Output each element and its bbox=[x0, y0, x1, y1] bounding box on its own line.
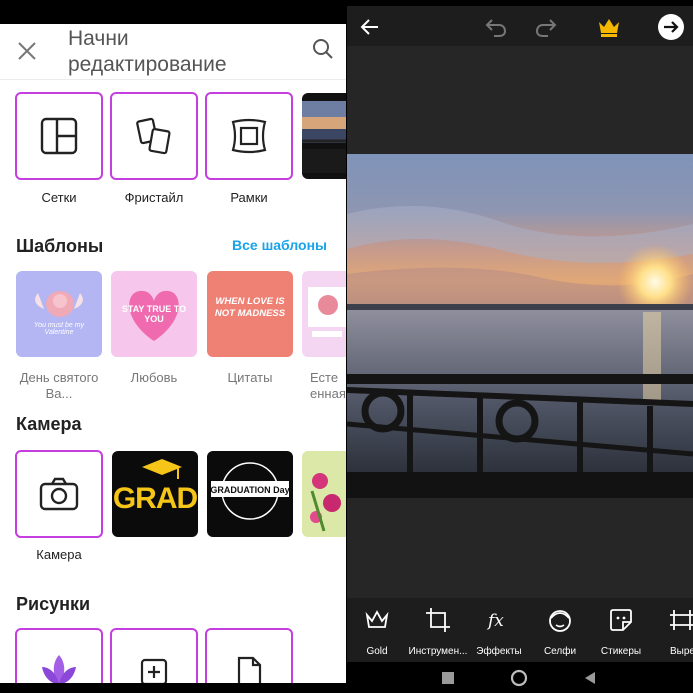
home-button[interactable] bbox=[510, 669, 528, 687]
camera-art-text: GRADUATION Day bbox=[210, 485, 290, 495]
template-label: Есте енная bbox=[310, 370, 346, 401]
freestyle-icon bbox=[136, 117, 171, 155]
sticker-icon bbox=[610, 609, 632, 631]
tile-label: Сетки bbox=[41, 190, 77, 205]
tool-label: Gold bbox=[366, 646, 388, 657]
circle-icon bbox=[510, 669, 528, 687]
crown-outline-icon bbox=[365, 610, 389, 628]
camera-art-text: GRAD bbox=[112, 482, 198, 515]
close-button[interactable] bbox=[14, 38, 40, 64]
next-button[interactable] bbox=[656, 12, 686, 42]
camera-heading: Камера bbox=[16, 414, 82, 434]
tool-label: Селфи bbox=[543, 646, 577, 657]
status-bar bbox=[0, 0, 346, 24]
arrow-right-circle-icon bbox=[658, 14, 684, 40]
tool-stickers[interactable]: Стикеры bbox=[591, 604, 651, 660]
tool-label: Стикеры bbox=[600, 646, 642, 657]
template-label: День святого Ва... bbox=[19, 370, 99, 401]
templates-heading: Шаблоны bbox=[16, 236, 104, 256]
premium-button[interactable] bbox=[594, 12, 624, 42]
tool-effects[interactable]: fx Эффекты bbox=[469, 604, 529, 660]
svg-text:fx: fx bbox=[486, 611, 504, 631]
drawings-heading: Рисунки bbox=[16, 594, 91, 614]
editor-toolbar bbox=[347, 6, 693, 46]
template-label: Цитаты bbox=[227, 370, 273, 385]
template-art-text: You must be my Valentine bbox=[33, 322, 85, 336]
close-icon bbox=[18, 42, 36, 60]
grid-tile[interactable] bbox=[15, 92, 103, 180]
template-label: Любовь bbox=[130, 370, 178, 385]
system-nav-bar bbox=[347, 662, 693, 693]
freestyle-tile[interactable] bbox=[110, 92, 198, 180]
back-nav-button[interactable] bbox=[581, 669, 599, 687]
grid-icon bbox=[40, 117, 78, 155]
tool-label: Инструмен... bbox=[408, 646, 468, 657]
page-title: Начни редактирование bbox=[68, 27, 227, 76]
bottom-bar bbox=[0, 683, 346, 693]
template-art-text: WHEN LOVE IS NOT MADNESS bbox=[214, 296, 286, 319]
split-screen: Начни редактирование Сетки Фристайл Рамк… bbox=[0, 0, 693, 693]
editor-tools-bar: Gold Инструмен... fx Эффекты Селфи Стике… bbox=[347, 598, 693, 662]
tool-label: Эффекты bbox=[476, 646, 522, 657]
tool-gold[interactable]: Gold bbox=[347, 604, 407, 660]
crop-icon bbox=[426, 608, 450, 632]
camera-icon bbox=[39, 477, 79, 511]
undo-icon bbox=[485, 19, 507, 37]
template-card[interactable] bbox=[302, 271, 346, 357]
tile-label: Рамки bbox=[230, 190, 268, 205]
search-icon bbox=[313, 39, 333, 59]
square-icon bbox=[442, 672, 454, 684]
home-pane: Начни редактирование Сетки Фристайл Рамк… bbox=[0, 0, 346, 693]
fx-icon: fx bbox=[486, 611, 504, 631]
crown-icon bbox=[599, 19, 619, 37]
tool-selfie[interactable]: Селфи bbox=[530, 604, 590, 660]
template-card[interactable] bbox=[16, 271, 102, 357]
editor-canvas[interactable] bbox=[347, 46, 693, 598]
camera-filter-card[interactable] bbox=[302, 451, 346, 537]
home-header: Начни редактирование bbox=[0, 24, 346, 80]
arrow-left-icon bbox=[360, 19, 378, 35]
selfie-icon bbox=[549, 610, 571, 632]
tile-label: Камера bbox=[36, 547, 82, 562]
editor-pane: Gold Инструмен... fx Эффекты Селфи Стике… bbox=[347, 0, 693, 693]
recent-photo-thumbnail[interactable] bbox=[302, 93, 346, 179]
frame-icon bbox=[231, 118, 267, 154]
camera-tile[interactable] bbox=[15, 450, 103, 538]
tool-cutout[interactable]: Выре bbox=[652, 604, 693, 660]
triangle-back-icon bbox=[585, 672, 595, 684]
recents-button[interactable] bbox=[439, 669, 457, 687]
tile-label: Фристайл bbox=[124, 190, 184, 205]
tool-instruments[interactable]: Инструмен... bbox=[408, 604, 468, 660]
template-art-text: STAY TRUE TO YOU bbox=[121, 304, 187, 324]
sunset-photo[interactable] bbox=[347, 154, 693, 498]
cutout-icon bbox=[670, 610, 693, 630]
frame-tile[interactable] bbox=[205, 92, 293, 180]
undo-button[interactable] bbox=[481, 12, 511, 42]
all-templates-link[interactable]: Все шаблоны bbox=[232, 237, 327, 253]
flowers-icon bbox=[310, 473, 341, 532]
back-button[interactable] bbox=[355, 12, 385, 42]
search-button[interactable] bbox=[310, 36, 336, 62]
redo-button[interactable] bbox=[531, 12, 561, 42]
redo-icon bbox=[535, 19, 557, 37]
tool-label: Выре bbox=[670, 646, 693, 657]
